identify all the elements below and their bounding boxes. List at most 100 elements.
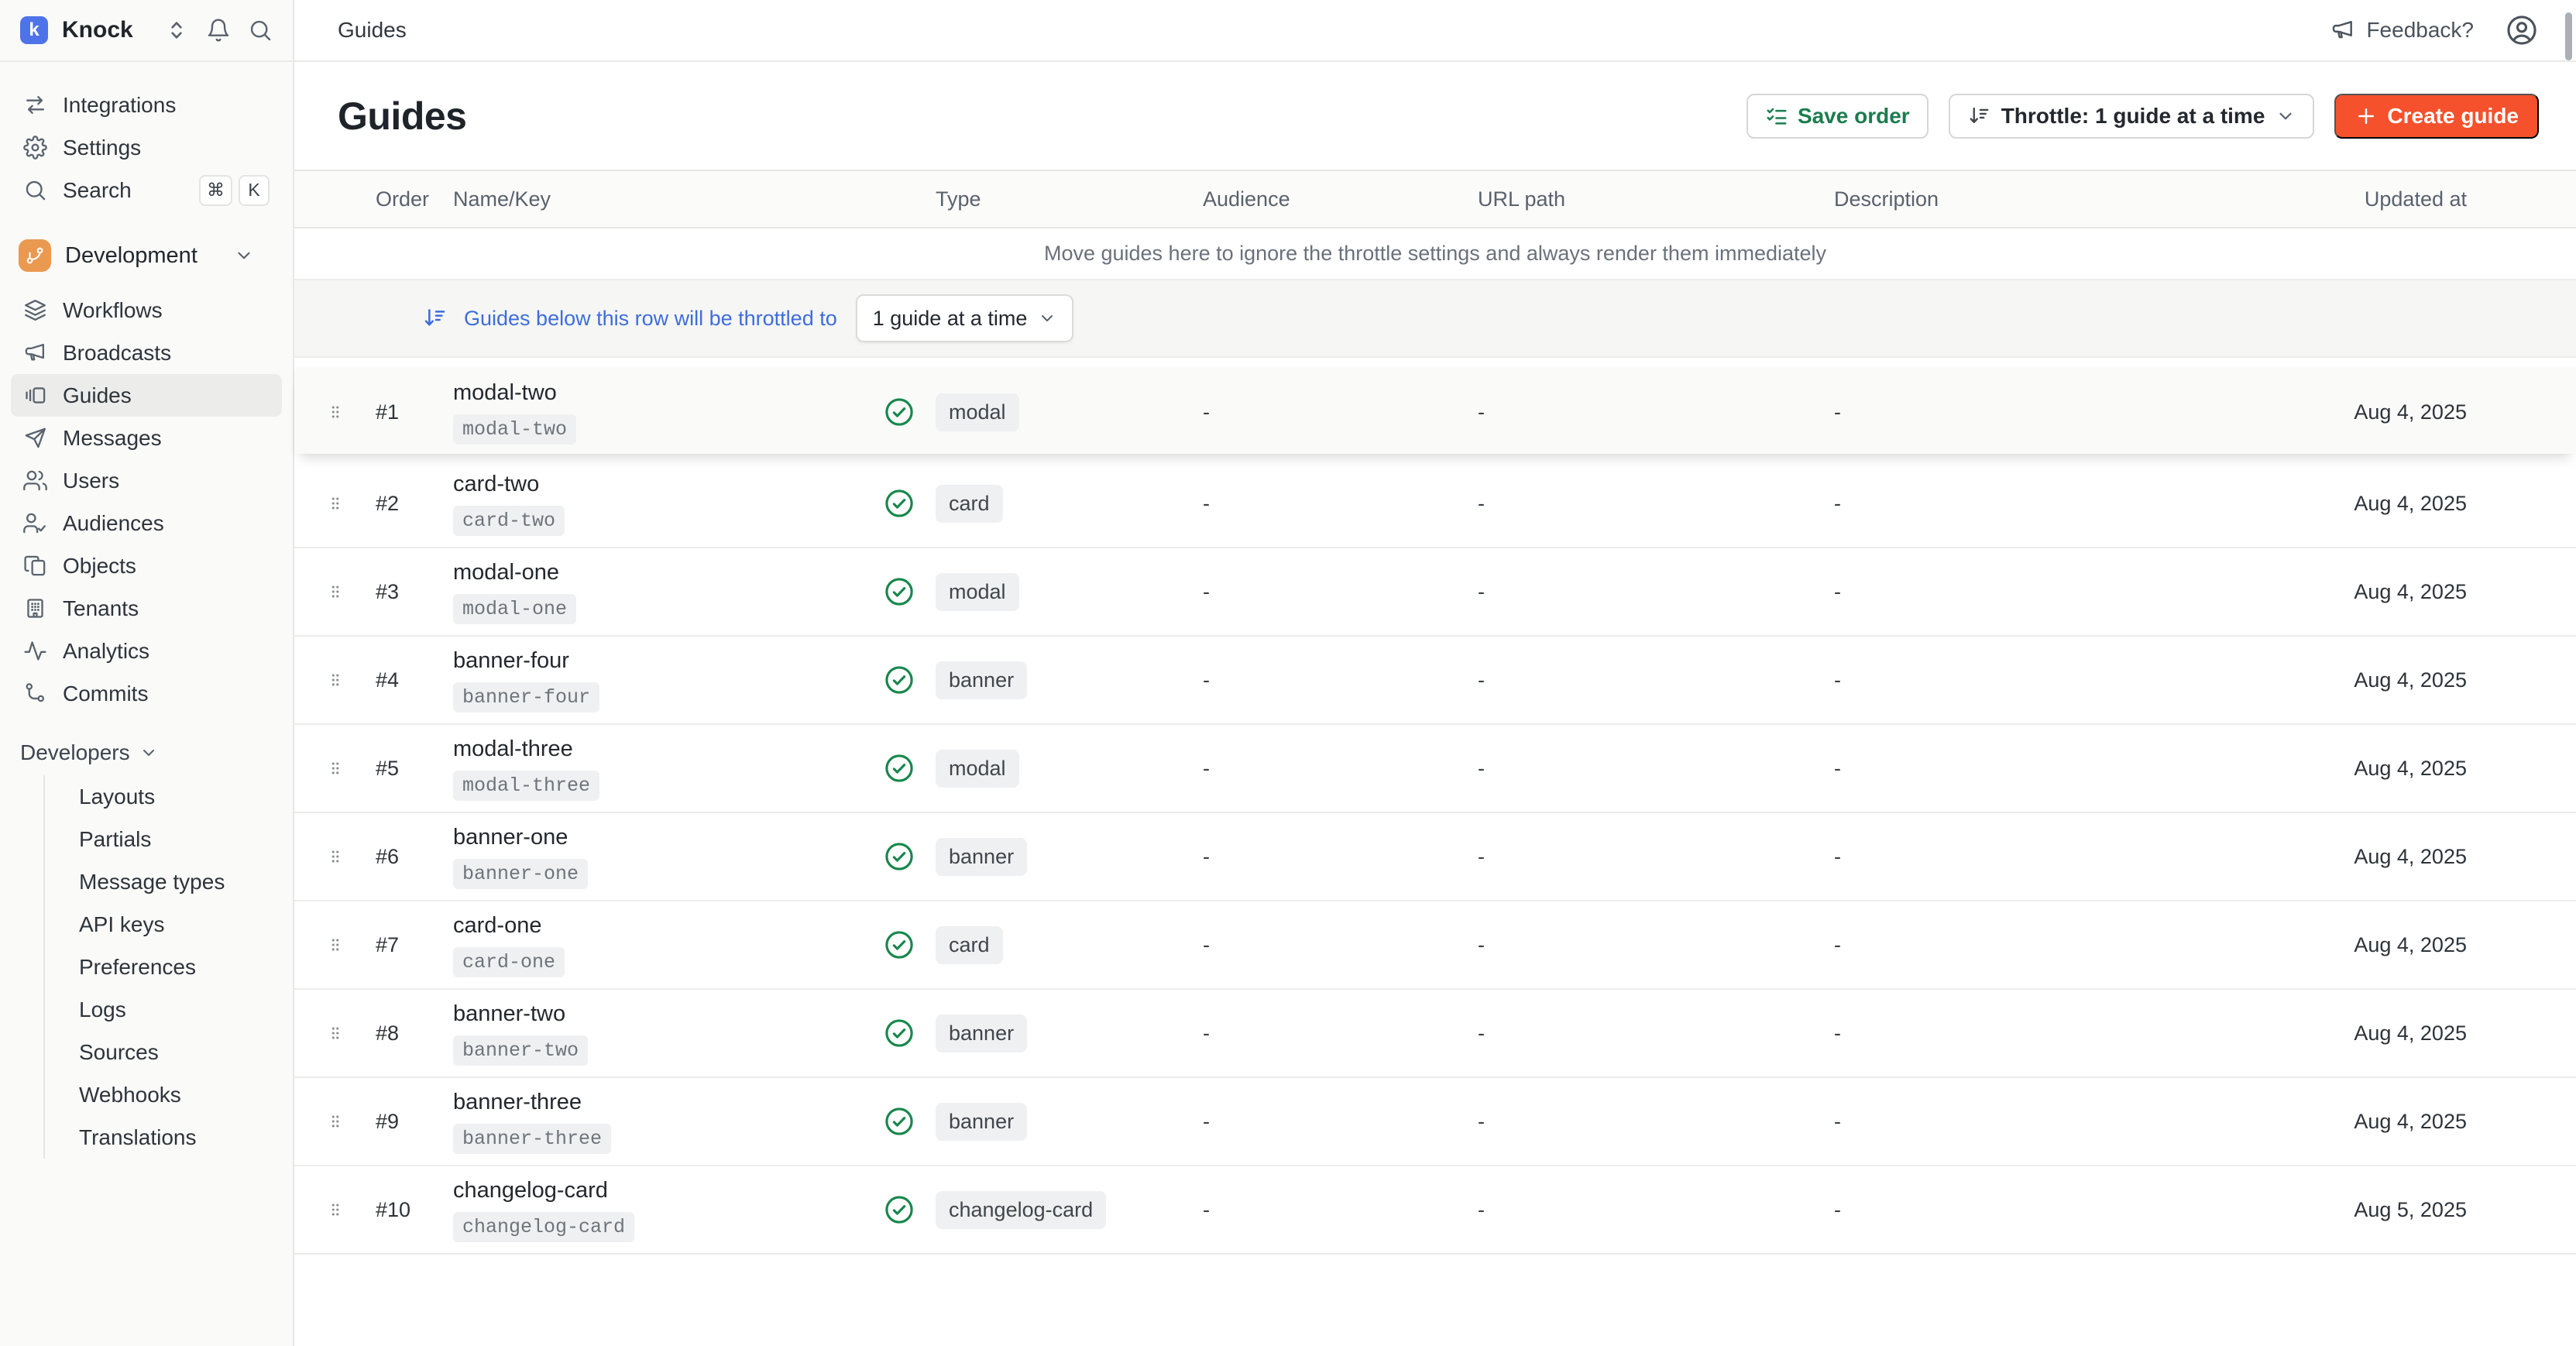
column-header-audience[interactable]: Audience	[1203, 187, 1478, 211]
workspace-switcher-icon[interactable]	[164, 18, 189, 43]
search-icon[interactable]	[248, 18, 273, 43]
unthrottled-drop-zone[interactable]: Move guides here to ignore the throttle …	[294, 228, 2576, 280]
guide-name[interactable]: banner-three	[453, 1090, 883, 1115]
throttle-inline-select[interactable]: 1 guide at a time	[856, 294, 1074, 342]
drag-handle-icon[interactable]	[327, 933, 344, 956]
scrollbar-thumb[interactable]	[2565, 12, 2572, 60]
knock-logo[interactable]: k	[20, 16, 48, 44]
sidebar-item-guides[interactable]: Guides	[11, 374, 282, 417]
throttle-dropdown-button[interactable]: Throttle: 1 guide at a time	[1949, 94, 2315, 139]
drag-handle-icon[interactable]	[327, 1198, 344, 1221]
status-active-check-icon	[883, 1193, 915, 1226]
drag-handle-icon[interactable]	[327, 400, 344, 424]
guide-type-badge: banner	[936, 661, 1027, 699]
column-header-updated-at[interactable]: Updated at	[2204, 187, 2576, 211]
sidebar-item-commits[interactable]: Commits	[11, 672, 282, 715]
sidebar-sub-item[interactable]: Layouts	[45, 775, 282, 818]
status-active-check-icon	[883, 752, 915, 785]
table-row[interactable]: #5 modal-three modal-three modal - -	[294, 725, 2576, 813]
create-guide-button[interactable]: Create guide	[2334, 94, 2539, 139]
sidebar-sub-item[interactable]: Message types	[45, 860, 282, 903]
guide-name[interactable]: banner-four	[453, 648, 883, 674]
column-header-type[interactable]: Type	[936, 187, 1203, 211]
chevron-down-icon	[2275, 106, 2296, 126]
column-header-order[interactable]: Order	[376, 187, 453, 211]
breadcrumb[interactable]: Guides	[338, 18, 407, 43]
table-row[interactable]: #7 card-one card-one card - -	[294, 901, 2576, 990]
column-header-url-path[interactable]: URL path	[1478, 187, 1834, 211]
sidebar-item-settings[interactable]: Settings	[11, 126, 282, 169]
column-header-description[interactable]: Description	[1834, 187, 2204, 211]
guide-audience: -	[1203, 580, 1478, 604]
drag-handle-icon[interactable]	[327, 492, 344, 515]
table-row[interactable]: #2 card-two card-two card - -	[294, 460, 2576, 548]
search-magnifier-icon	[23, 178, 47, 202]
sidebar-item-users[interactable]: Users	[11, 459, 282, 502]
plus-icon	[2354, 105, 2378, 128]
guide-type-badge: banner	[936, 838, 1027, 876]
table-row[interactable]: #10 changelog-card changelog-card change…	[294, 1166, 2576, 1255]
guide-updated-at: Aug 4, 2025	[2204, 1110, 2576, 1134]
sidebar-sub-item[interactable]: Webhooks	[45, 1073, 282, 1116]
feedback-label: Feedback?	[2366, 18, 2474, 43]
drag-handle-icon[interactable]	[327, 757, 344, 780]
sidebar-sub-item[interactable]: Preferences	[45, 946, 282, 988]
guide-updated-at: Aug 4, 2025	[2204, 668, 2576, 692]
users-icon	[23, 469, 47, 493]
throttle-divider-label[interactable]: Guides below this row will be throttled …	[464, 307, 837, 331]
guide-name[interactable]: banner-one	[453, 825, 883, 850]
guide-key-badge: banner-one	[453, 859, 588, 889]
drag-handle-icon[interactable]	[327, 580, 344, 603]
table-row[interactable]: #4 banner-four banner-four banner - -	[294, 637, 2576, 725]
guide-name[interactable]: changelog-card	[453, 1178, 883, 1204]
drag-handle-icon[interactable]	[327, 845, 344, 868]
environment-switcher[interactable]: Development	[11, 232, 282, 280]
sidebar-sub-item[interactable]: Translations	[45, 1116, 282, 1159]
sidebar-sub-item[interactable]: Sources	[45, 1031, 282, 1073]
guide-name[interactable]: card-one	[453, 913, 883, 939]
sidebar-sub-item[interactable]: API keys	[45, 903, 282, 946]
developers-section-toggle[interactable]: Developers	[11, 730, 282, 775]
guide-name[interactable]: modal-one	[453, 560, 883, 585]
sidebar-item-workflows[interactable]: Workflows	[11, 289, 282, 331]
guide-type-badge: banner	[936, 1015, 1027, 1052]
column-header-name-key[interactable]: Name/Key	[453, 187, 883, 211]
app-root: k Knock Integrations Settings Search	[0, 0, 2576, 1346]
table-row[interactable]: #6 banner-one banner-one banner - -	[294, 813, 2576, 901]
guide-name[interactable]: modal-three	[453, 737, 883, 762]
guide-name[interactable]: modal-two	[453, 380, 883, 406]
sidebar-item-broadcasts[interactable]: Broadcasts	[11, 331, 282, 374]
drag-handle-icon[interactable]	[327, 668, 344, 692]
sidebar-item-tenants[interactable]: Tenants	[11, 587, 282, 630]
notifications-bell-icon[interactable]	[206, 18, 231, 43]
sidebar-item-integrations[interactable]: Integrations	[11, 84, 282, 126]
feedback-button[interactable]: Feedback?	[2330, 18, 2474, 43]
table-row[interactable]: #1 modal-two modal-two modal - -	[294, 370, 2576, 454]
sidebar-item-search[interactable]: Search ⌘ K	[11, 169, 282, 211]
sidebar-item-messages[interactable]: Messages	[11, 417, 282, 459]
save-order-button[interactable]: Save order	[1747, 94, 1929, 139]
guide-updated-at: Aug 4, 2025	[2204, 492, 2576, 516]
table-row[interactable]: #3 modal-one modal-one modal - -	[294, 548, 2576, 637]
sidebar-item-analytics[interactable]: Analytics	[11, 630, 282, 672]
guide-updated-at: Aug 5, 2025	[2204, 1198, 2576, 1222]
guide-description: -	[1834, 757, 2204, 781]
user-avatar-button[interactable]	[2505, 13, 2539, 47]
git-branch-icon	[25, 246, 45, 266]
guide-description: -	[1834, 845, 2204, 869]
sidebar-item-objects[interactable]: Objects	[11, 544, 282, 587]
drag-handle-icon[interactable]	[327, 1110, 344, 1133]
sidebar-sub-item[interactable]: Logs	[45, 988, 282, 1031]
guide-name[interactable]: card-two	[453, 472, 883, 497]
guide-updated-at: Aug 4, 2025	[2204, 757, 2576, 781]
throttle-inline-select-value: 1 guide at a time	[873, 307, 1028, 331]
guide-key-badge: modal-one	[453, 594, 576, 624]
table-row[interactable]: #8 banner-two banner-two banner - -	[294, 990, 2576, 1078]
guide-name[interactable]: banner-two	[453, 1001, 883, 1027]
guide-order: #2	[376, 492, 453, 516]
guide-description: -	[1834, 1198, 2204, 1222]
table-row[interactable]: #9 banner-three banner-three banner -	[294, 1078, 2576, 1166]
drag-handle-icon[interactable]	[327, 1022, 344, 1045]
sidebar-item-audiences[interactable]: Audiences	[11, 502, 282, 544]
sidebar-sub-item[interactable]: Partials	[45, 818, 282, 860]
